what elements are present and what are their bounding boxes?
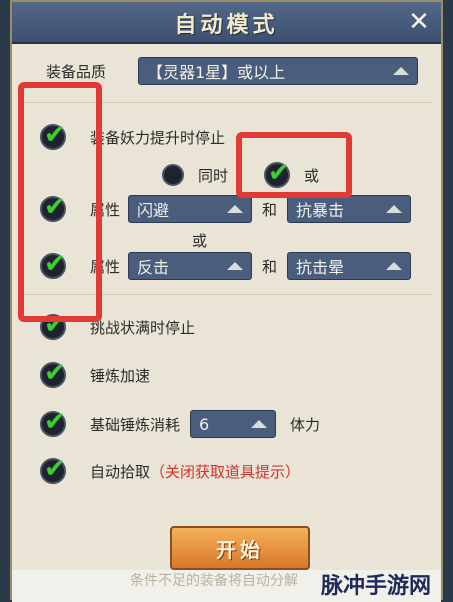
attr2-value-2: 抗击晕 bbox=[296, 258, 345, 277]
highlight-box-left bbox=[18, 82, 102, 322]
chevron-up-icon bbox=[393, 67, 409, 75]
highlight-box-or bbox=[236, 132, 352, 198]
dialog-titlebar: 自动模式 ✕ bbox=[12, 2, 441, 44]
attr2-value: 反击 bbox=[137, 258, 170, 277]
chevron-up-icon bbox=[386, 205, 403, 213]
refine-speed-label: 锤炼加速 bbox=[90, 366, 151, 385]
refine-speed-row[interactable]: 锤炼加速 bbox=[40, 358, 151, 388]
watermark-logo: 脉冲手游网 bbox=[320, 574, 431, 599]
checkbox-checked-icon[interactable] bbox=[40, 454, 66, 484]
base-refine-cost-dropdown[interactable]: 6 bbox=[190, 410, 277, 438]
attr2-dropdown[interactable]: 反击 bbox=[128, 252, 252, 280]
quality-value: 【灵器1星】或以上 bbox=[147, 63, 286, 82]
radio-same-time-label: 同时 bbox=[198, 166, 229, 185]
attr1-value: 闪避 bbox=[137, 201, 170, 220]
base-refine-cost-label: 基础锤炼消耗 bbox=[90, 415, 181, 434]
checkbox-checked-icon[interactable] bbox=[40, 358, 66, 388]
radio-off-icon[interactable] bbox=[162, 164, 184, 186]
attr1-value-2: 抗暴击 bbox=[296, 201, 345, 220]
stop-upgrade-label: 装备妖力提升时停止 bbox=[90, 128, 226, 147]
close-icon[interactable]: ✕ bbox=[405, 8, 433, 36]
challenge-full-stop-label: 挑战状满时停止 bbox=[90, 318, 196, 337]
auto-pickup-note: （关闭获取道具提示） bbox=[150, 462, 301, 481]
quality-row: 装备品质 【灵器1星】或以上 bbox=[46, 57, 418, 85]
dialog-title: 自动模式 bbox=[174, 13, 279, 38]
auto-mode-dialog: 自动模式 ✕ 装备品质 【灵器1星】或以上 装备妖力提升时停止 同时 或 属性 … bbox=[10, 0, 443, 602]
base-refine-cost-value: 6 bbox=[199, 414, 210, 434]
attr1-dropdown[interactable]: 闪避 bbox=[128, 195, 252, 223]
quality-label: 装备品质 bbox=[46, 62, 107, 81]
quality-dropdown[interactable]: 【灵器1星】或以上 bbox=[138, 57, 418, 85]
and-label: 和 bbox=[262, 257, 278, 276]
and-label: 和 bbox=[262, 200, 278, 219]
or-between-label: 或 bbox=[192, 232, 208, 250]
chevron-up-icon bbox=[227, 205, 243, 213]
attr1-dropdown-2[interactable]: 抗暴击 bbox=[287, 195, 412, 223]
chevron-up-icon bbox=[386, 262, 403, 270]
attr2-dropdown-2[interactable]: 抗击晕 bbox=[287, 252, 412, 280]
checkbox-checked-icon[interactable] bbox=[40, 407, 66, 437]
chevron-up-icon bbox=[227, 262, 243, 270]
auto-pickup-row[interactable]: 自动拾取 （关闭获取道具提示） bbox=[40, 454, 301, 484]
chevron-up-icon bbox=[251, 420, 268, 428]
base-refine-cost-unit: 体力 bbox=[290, 415, 321, 434]
auto-pickup-label: 自动拾取 bbox=[90, 462, 151, 481]
base-refine-cost-row: 基础锤炼消耗 6 体力 bbox=[40, 407, 321, 438]
footer-note: 条件不足的装备将自动分解 bbox=[130, 573, 298, 589]
start-button[interactable]: 开始 bbox=[170, 526, 310, 570]
